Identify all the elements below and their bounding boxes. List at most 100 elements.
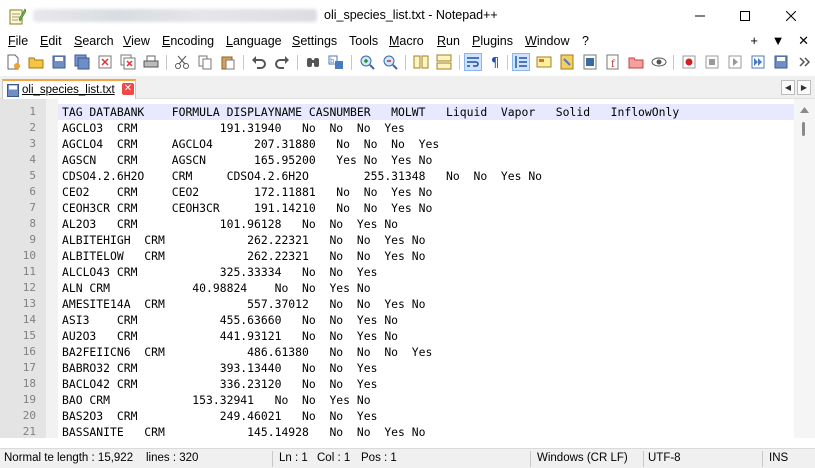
close-icon: ✕ [123,83,133,94]
text-line[interactable]: ALN CRM 40.98824 No No Yes No [62,280,371,296]
text-line[interactable]: AGCLO3 CRM 191.31940 No No No Yes [62,120,405,136]
document-map-icon[interactable] [559,54,575,70]
text-line[interactable]: CDSO4.2.6H2O CRM CDSO4.2.6H2O 255.31348 … [62,168,542,184]
list-dropdown-button[interactable]: ▼ [772,33,785,48]
tab-scroll-left-button[interactable]: ◀ [781,80,795,95]
status-separator [272,451,273,467]
menu-run[interactable]: Run [437,34,460,48]
sync-horizontal-scroll-icon[interactable] [436,54,452,70]
line-number: 6 [29,185,36,198]
zoom-in-icon[interactable] [359,54,375,70]
menu-window[interactable]: Window [525,34,569,48]
text-editor[interactable]: 1 TAG DATABANK FORMULA DISPLAYNAME CASNUM… [0,99,815,438]
sync-vertical-scroll-icon[interactable] [413,54,429,70]
save-all-icon[interactable] [74,54,90,70]
tab-oli-species-list[interactable]: oli_species_list.txt ✕ [2,79,136,99]
line-number: 8 [29,217,36,230]
maximize-button[interactable] [722,0,768,32]
toolbar-more-icon[interactable] [796,54,812,70]
word-wrap-icon[interactable] [464,53,482,71]
line-number: 15 [22,329,36,342]
saved-file-icon [7,84,19,97]
playback-macro-icon[interactable] [727,54,743,70]
minimize-icon [695,15,705,17]
cut-icon[interactable] [174,54,190,70]
menu-help[interactable]: ? [582,34,589,48]
tab-scroll-right-button[interactable]: ▶ [797,80,811,95]
copy-icon[interactable] [197,54,213,70]
save-icon[interactable] [51,54,67,70]
monitoring-icon[interactable] [651,54,667,70]
text-line[interactable]: BACLO42 CRM 336.23120 No No Yes [62,376,377,392]
menu-encoding[interactable]: Encoding [162,34,214,48]
text-line[interactable]: ASI3 CRM 455.63660 No No Yes No [62,312,398,328]
paste-icon[interactable] [220,54,236,70]
line-number: 10 [22,249,36,262]
line-number: 7 [29,201,36,214]
menu-file[interactable]: File [8,34,28,48]
redo-icon[interactable] [274,54,290,70]
new-file-icon[interactable] [5,54,21,70]
text-line[interactable]: BASSANITE CRM 145.14928 No No Yes No [62,424,425,438]
text-line[interactable]: ALBITELOW CRM 262.22321 No No Yes No [62,248,425,264]
text-line[interactable]: CEOH3CR CRM CEOH3CR 191.14210 No No Yes … [62,200,432,216]
menu-search[interactable]: Search [74,34,114,48]
text-line[interactable]: ALCLO43 CRM 325.33334 No No Yes [62,264,377,280]
tab-close-button[interactable]: ✕ [122,83,134,95]
zoom-out-icon[interactable] [382,54,398,70]
text-line[interactable]: BAS2O3 CRM 249.46021 No No Yes [62,408,377,424]
new-window-plus-button[interactable]: + [750,33,758,48]
stop-recording-icon[interactable] [704,54,720,70]
text-line[interactable]: AU2O3 CRM 441.93121 No No Yes No [62,328,398,344]
vertical-scrollbar[interactable] [794,99,815,438]
vertical-scrollbar-thumb[interactable] [802,122,805,136]
status-separator [762,451,763,467]
user-defined-language-icon[interactable] [536,54,552,70]
undo-icon[interactable] [251,54,267,70]
close-file-icon[interactable] [97,54,113,70]
document-list-icon[interactable] [582,54,598,70]
menu-settings[interactable]: Settings [292,34,337,48]
open-file-icon[interactable] [28,54,44,70]
status-encoding[interactable]: UTF-8 [648,452,681,464]
menu-tools[interactable]: Tools [349,34,378,48]
text-line[interactable]: TAG DATABANK FORMULA DISPLAYNAME CASNUMB… [62,104,679,120]
function-list-icon[interactable]: f [605,54,621,70]
find-icon[interactable] [305,54,321,70]
text-line[interactable]: AMESITE14A CRM 557.37012 No No Yes No [62,296,425,312]
text-line[interactable]: CEO2 CRM CEO2 172.11881 No No Yes No [62,184,432,200]
title-bar: oli_species_list.txt - Notepad++ [0,0,815,32]
print-icon[interactable] [143,54,159,70]
line-number: 1 [29,105,36,118]
folder-as-workspace-icon[interactable] [628,54,644,70]
menu-plugins[interactable]: Plugins [472,34,513,48]
show-all-characters-icon[interactable]: ¶ [488,54,504,70]
svg-text:¶: ¶ [491,56,499,70]
replace-icon[interactable]: b [328,54,344,70]
text-line[interactable]: ALBITEHIGH CRM 262.22321 No No Yes No [62,232,425,248]
minimize-button[interactable] [677,0,723,32]
text-line[interactable]: AL2O3 CRM 101.96128 No No Yes No [62,216,398,232]
text-line[interactable]: AGCLO4 CRM AGCLO4 207.31880 No No No Yes [62,136,439,152]
line-number: 17 [22,361,36,374]
status-insert-mode[interactable]: INS [769,452,788,464]
menu-edit[interactable]: Edit [40,34,62,48]
text-line[interactable]: BAO CRM 153.32941 No No Yes No [62,392,371,408]
status-eol-format[interactable]: Windows (CR LF) [537,452,628,464]
text-line[interactable]: BA2FEIICN6 CRM 486.61380 No No No Yes [62,344,432,360]
indent-guide-icon[interactable] [512,53,530,71]
run-macro-multiple-icon[interactable] [750,54,766,70]
text-line[interactable]: AGSCN CRM AGSCN 165.95200 Yes No Yes No [62,152,432,168]
close-button[interactable] [768,0,814,32]
menu-language[interactable]: Language [226,34,282,48]
scroll-up-arrow-icon[interactable] [800,106,809,114]
menu-macro[interactable]: Macro [389,34,424,48]
close-all-icon[interactable] [120,54,136,70]
record-macro-icon[interactable] [681,54,697,70]
save-macro-icon[interactable] [773,54,789,70]
line-number: 3 [29,137,36,150]
fold-margin[interactable] [46,99,58,438]
close-document-button[interactable]: ✕ [798,33,809,48]
menu-view[interactable]: View [123,34,150,48]
text-line[interactable]: BABRO32 CRM 393.13440 No No Yes [62,360,377,376]
